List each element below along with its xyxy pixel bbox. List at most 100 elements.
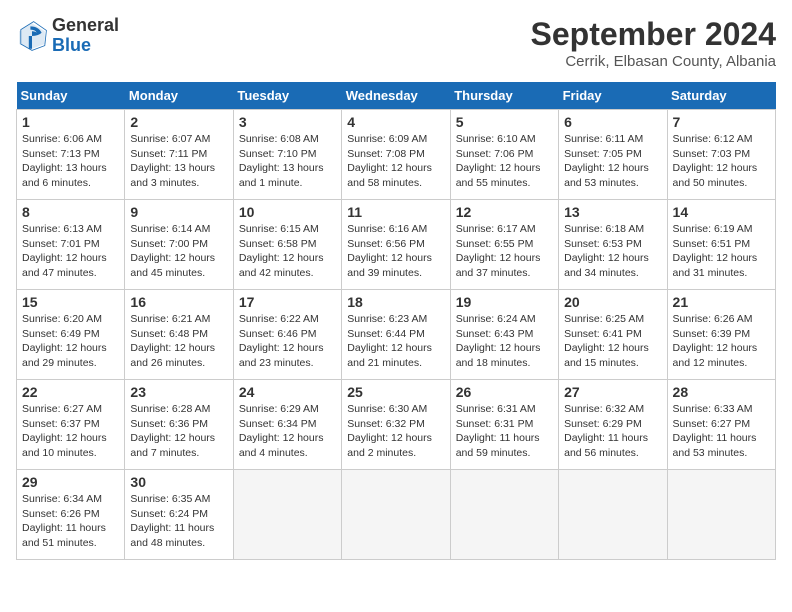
day-cell — [450, 470, 558, 560]
day-cell: 26 Sunrise: 6:31 AMSunset: 6:31 PMDayligh… — [450, 380, 558, 470]
col-header-thursday: Thursday — [450, 82, 558, 110]
day-cell: 25Sunrise: 6:30 AMSunset: 6:32 PMDayligh… — [342, 380, 450, 470]
day-info: Sunrise: 6:29 AMSunset: 6:34 PMDaylight:… — [239, 402, 336, 461]
day-info: Sunrise: 6:19 AMSunset: 6:51 PMDaylight:… — [673, 222, 770, 281]
day-number: 29 — [22, 474, 119, 490]
day-cell: 23Sunrise: 6:28 AMSunset: 6:36 PMDayligh… — [125, 380, 233, 470]
day-info: Sunrise: 6:06 AMSunset: 7:13 PMDaylight:… — [22, 132, 119, 191]
day-cell: 29 Sunrise: 6:34 AMSunset: 6:26 PMDayligh… — [17, 470, 125, 560]
col-header-monday: Monday — [125, 82, 233, 110]
day-cell: 9 Sunrise: 6:14 AMSunset: 7:00 PMDaylight… — [125, 200, 233, 290]
day-number: 10 — [239, 204, 336, 220]
day-info: Sunrise: 6:27 AMSunset: 6:37 PMDaylight:… — [22, 402, 119, 461]
day-cell: 7 Sunrise: 6:12 AMSunset: 7:03 PMDaylight… — [667, 110, 775, 200]
day-number: 30 — [130, 474, 227, 490]
day-info: Sunrise: 6:07 AMSunset: 7:11 PMDaylight:… — [130, 132, 227, 191]
day-number: 14 — [673, 204, 770, 220]
day-number: 5 — [456, 114, 553, 130]
day-number: 22 — [22, 384, 119, 400]
day-cell — [667, 470, 775, 560]
col-header-tuesday: Tuesday — [233, 82, 341, 110]
day-number: 18 — [347, 294, 444, 310]
day-number: 20 — [564, 294, 661, 310]
day-cell: 14 Sunrise: 6:19 AMSunset: 6:51 PMDayligh… — [667, 200, 775, 290]
day-info: Sunrise: 6:12 AMSunset: 7:03 PMDaylight:… — [673, 132, 770, 191]
day-info: Sunrise: 6:10 AMSunset: 7:06 PMDaylight:… — [456, 132, 553, 191]
day-cell: 15 Sunrise: 6:20 AMSunset: 6:49 PMDayligh… — [17, 290, 125, 380]
day-cell: 17Sunrise: 6:22 AMSunset: 6:46 PMDayligh… — [233, 290, 341, 380]
day-cell: 21Sunrise: 6:26 AMSunset: 6:39 PMDayligh… — [667, 290, 775, 380]
day-cell: 27 Sunrise: 6:32 AMSunset: 6:29 PMDayligh… — [559, 380, 667, 470]
day-info: Sunrise: 6:26 AMSunset: 6:39 PMDaylight:… — [673, 312, 770, 371]
day-cell: 28Sunrise: 6:33 AMSunset: 6:27 PMDayligh… — [667, 380, 775, 470]
month-title: September 2024 — [531, 16, 776, 53]
day-cell: 5 Sunrise: 6:10 AMSunset: 7:06 PMDaylight… — [450, 110, 558, 200]
column-headers: SundayMondayTuesdayWednesdayThursdayFrid… — [17, 82, 776, 110]
day-number: 1 — [22, 114, 119, 130]
day-number: 24 — [239, 384, 336, 400]
day-info: Sunrise: 6:13 AMSunset: 7:01 PMDaylight:… — [22, 222, 119, 281]
calendar-table: SundayMondayTuesdayWednesdayThursdayFrid… — [16, 82, 776, 560]
day-number: 12 — [456, 204, 553, 220]
day-info: Sunrise: 6:14 AMSunset: 7:00 PMDaylight:… — [130, 222, 227, 281]
day-cell — [233, 470, 341, 560]
col-header-wednesday: Wednesday — [342, 82, 450, 110]
day-number: 7 — [673, 114, 770, 130]
day-cell: 2 Sunrise: 6:07 AMSunset: 7:11 PMDaylight… — [125, 110, 233, 200]
day-info: Sunrise: 6:20 AMSunset: 6:49 PMDaylight:… — [22, 312, 119, 371]
logo-icon — [16, 20, 48, 52]
day-info: Sunrise: 6:34 AMSunset: 6:26 PMDaylight:… — [22, 492, 119, 551]
day-info: Sunrise: 6:16 AMSunset: 6:56 PMDaylight:… — [347, 222, 444, 281]
col-header-sunday: Sunday — [17, 82, 125, 110]
day-info: Sunrise: 6:15 AMSunset: 6:58 PMDaylight:… — [239, 222, 336, 281]
day-info: Sunrise: 6:23 AMSunset: 6:44 PMDaylight:… — [347, 312, 444, 371]
title-block: September 2024 Cerrik, Elbasan County, A… — [531, 16, 776, 70]
day-number: 4 — [347, 114, 444, 130]
day-number: 26 — [456, 384, 553, 400]
page-header: General Blue September 2024 Cerrik, Elba… — [16, 16, 776, 70]
location: Cerrik, Elbasan County, Albania — [531, 53, 776, 70]
col-header-saturday: Saturday — [667, 82, 775, 110]
day-cell: 11Sunrise: 6:16 AMSunset: 6:56 PMDayligh… — [342, 200, 450, 290]
day-number: 23 — [130, 384, 227, 400]
day-info: Sunrise: 6:17 AMSunset: 6:55 PMDaylight:… — [456, 222, 553, 281]
day-info: Sunrise: 6:25 AMSunset: 6:41 PMDaylight:… — [564, 312, 661, 371]
day-number: 2 — [130, 114, 227, 130]
day-info: Sunrise: 6:22 AMSunset: 6:46 PMDaylight:… — [239, 312, 336, 371]
day-info: Sunrise: 6:32 AMSunset: 6:29 PMDaylight:… — [564, 402, 661, 461]
day-cell: 24 Sunrise: 6:29 AMSunset: 6:34 PMDayligh… — [233, 380, 341, 470]
day-number: 8 — [22, 204, 119, 220]
week-row-1: 1 Sunrise: 6:06 AMSunset: 7:13 PMDaylight… — [17, 110, 776, 200]
week-row-5: 29 Sunrise: 6:34 AMSunset: 6:26 PMDayligh… — [17, 470, 776, 560]
week-row-3: 15 Sunrise: 6:20 AMSunset: 6:49 PMDayligh… — [17, 290, 776, 380]
day-info: Sunrise: 6:24 AMSunset: 6:43 PMDaylight:… — [456, 312, 553, 371]
day-cell: 1 Sunrise: 6:06 AMSunset: 7:13 PMDaylight… — [17, 110, 125, 200]
day-cell: 30 Sunrise: 6:35 AMSunset: 6:24 PMDayligh… — [125, 470, 233, 560]
day-number: 6 — [564, 114, 661, 130]
day-info: Sunrise: 6:30 AMSunset: 6:32 PMDaylight:… — [347, 402, 444, 461]
day-info: Sunrise: 6:09 AMSunset: 7:08 PMDaylight:… — [347, 132, 444, 191]
logo-general: General — [52, 15, 119, 35]
day-info: Sunrise: 6:35 AMSunset: 6:24 PMDaylight:… — [130, 492, 227, 551]
day-info: Sunrise: 6:08 AMSunset: 7:10 PMDaylight:… — [239, 132, 336, 191]
day-number: 28 — [673, 384, 770, 400]
day-number: 9 — [130, 204, 227, 220]
day-number: 13 — [564, 204, 661, 220]
day-cell: 3 Sunrise: 6:08 AMSunset: 7:10 PMDaylight… — [233, 110, 341, 200]
day-cell: 10 Sunrise: 6:15 AMSunset: 6:58 PMDayligh… — [233, 200, 341, 290]
day-number: 16 — [130, 294, 227, 310]
day-cell: 12 Sunrise: 6:17 AMSunset: 6:55 PMDayligh… — [450, 200, 558, 290]
logo-blue: Blue — [52, 35, 91, 55]
day-number: 27 — [564, 384, 661, 400]
day-cell: 22 Sunrise: 6:27 AMSunset: 6:37 PMDayligh… — [17, 380, 125, 470]
week-row-2: 8 Sunrise: 6:13 AMSunset: 7:01 PMDaylight… — [17, 200, 776, 290]
day-cell: 13 Sunrise: 6:18 AMSunset: 6:53 PMDayligh… — [559, 200, 667, 290]
day-cell: 6Sunrise: 6:11 AMSunset: 7:05 PMDaylight… — [559, 110, 667, 200]
col-header-friday: Friday — [559, 82, 667, 110]
day-number: 15 — [22, 294, 119, 310]
day-info: Sunrise: 6:31 AMSunset: 6:31 PMDaylight:… — [456, 402, 553, 461]
day-info: Sunrise: 6:18 AMSunset: 6:53 PMDaylight:… — [564, 222, 661, 281]
logo: General Blue — [16, 16, 119, 56]
day-cell: 8 Sunrise: 6:13 AMSunset: 7:01 PMDaylight… — [17, 200, 125, 290]
day-number: 3 — [239, 114, 336, 130]
